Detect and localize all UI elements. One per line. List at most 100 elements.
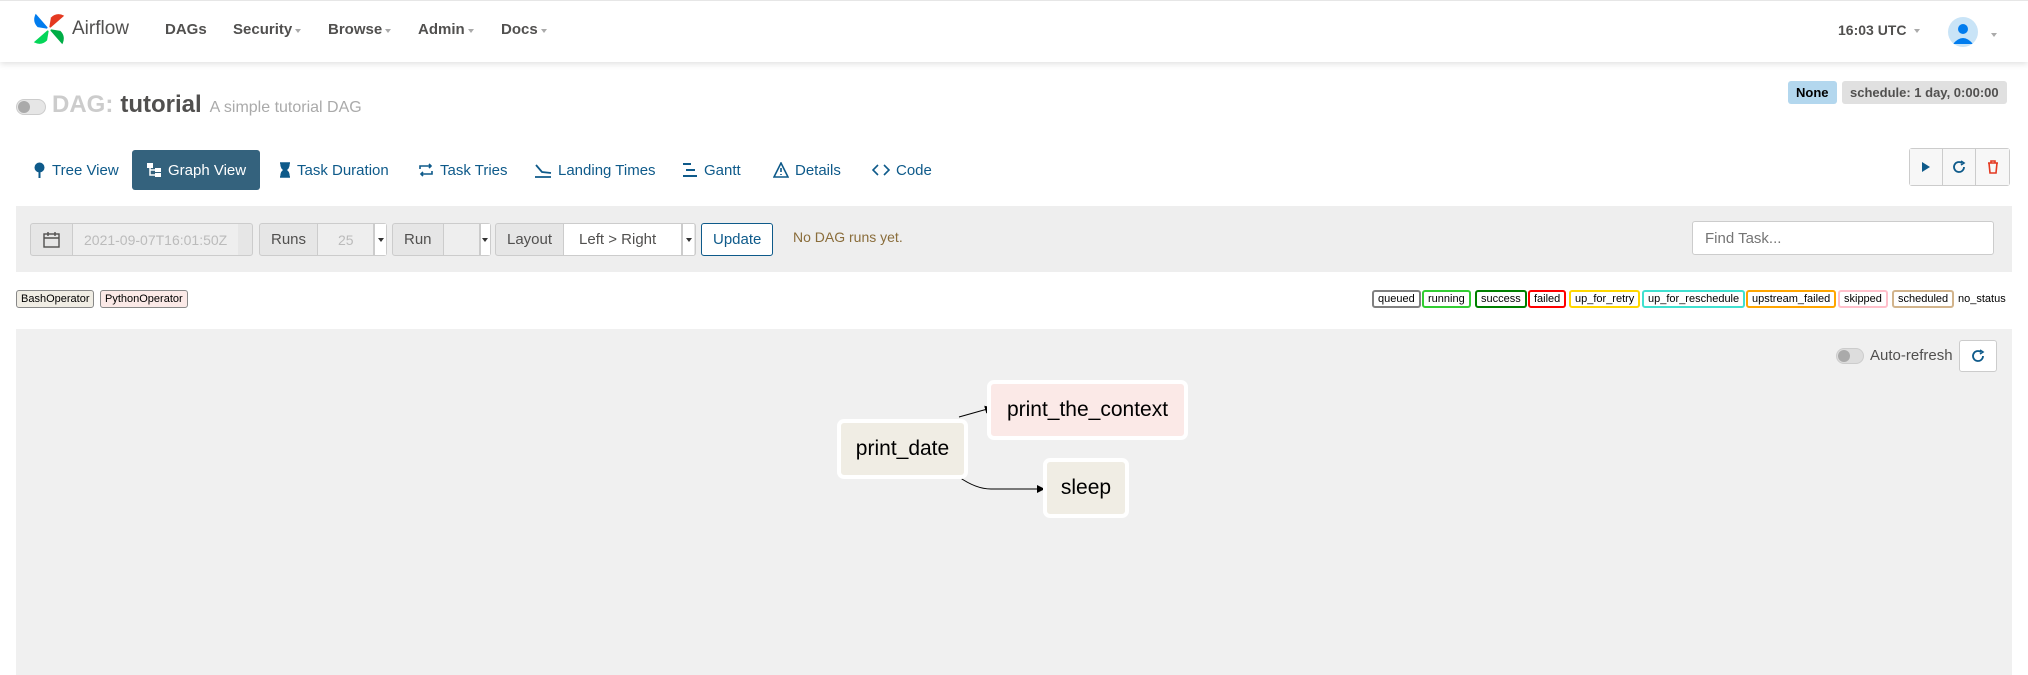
chevron-down-icon[interactable] (374, 224, 386, 255)
nav-docs[interactable]: Docs (501, 21, 547, 38)
auto-refresh-switch[interactable] (1836, 347, 1864, 364)
tab-label: Landing Times (558, 161, 656, 179)
user-icon (1953, 24, 1973, 44)
legend-state-running[interactable]: running (1422, 290, 1471, 308)
clock-dropdown[interactable]: 16:03 UTC (1838, 22, 1921, 38)
brand[interactable]: Airflow (30, 9, 129, 49)
nav-admin[interactable]: Admin (418, 21, 474, 38)
chevron-down-icon (540, 28, 547, 33)
trigger-dag-button[interactable] (1910, 149, 1943, 185)
tab-label: Task Tries (440, 161, 508, 179)
runs-label: Runs (260, 224, 319, 255)
auto-refresh-toggle[interactable]: Auto-refresh (1836, 347, 1953, 364)
legend-state-failed[interactable]: failed (1528, 290, 1567, 308)
calendar-button[interactable] (31, 224, 73, 255)
tab-tree-view[interactable]: Tree View (19, 150, 133, 190)
refresh-dag-button[interactable] (1943, 149, 1976, 185)
legend-state-success[interactable]: success (1475, 290, 1527, 308)
tree-icon (34, 162, 45, 178)
tab-label: Graph View (168, 161, 247, 179)
layout-select[interactable]: Layout Left > Right (495, 223, 696, 256)
tab-label: Gantt (704, 161, 741, 179)
tab-task-tries[interactable]: Task Tries (404, 150, 522, 190)
landing-icon (535, 164, 552, 178)
edge-print-date-to-sleep (958, 476, 1045, 493)
dag-run-badge: None (1788, 81, 1837, 104)
page-title: DAG: tutorial A simple tutorial DAG (52, 91, 362, 119)
tab-graph-view[interactable]: Graph View (132, 150, 261, 190)
legend-state-queued[interactable]: queued (1372, 290, 1421, 308)
run-value[interactable] (443, 224, 480, 255)
chevron-down-icon (467, 28, 474, 33)
dag-pause-toggle[interactable] (16, 99, 46, 115)
tab-details[interactable]: Details (759, 150, 855, 190)
brand-name: Airflow (72, 18, 130, 39)
delete-dag-button[interactable] (1976, 149, 2009, 185)
legend-state-up-for-retry[interactable]: up_for_retry (1569, 290, 1641, 308)
tab-landing-times[interactable]: Landing Times (520, 150, 670, 190)
tab-task-duration[interactable]: Task Duration (265, 150, 403, 190)
legend-state-upstream-failed[interactable]: upstream_failed (1746, 290, 1837, 308)
nav-security-label: Security (233, 21, 293, 38)
schedule-badge: schedule: 1 day, 0:00:00 (1842, 81, 2007, 104)
tab-label: Tree View (52, 161, 119, 179)
run-select[interactable]: Run (392, 223, 491, 256)
nav-dags-label: DAGs (165, 21, 207, 38)
auto-refresh-label: Auto-refresh (1870, 347, 1953, 364)
task-node-print-date[interactable]: print_date (837, 419, 968, 479)
gantt-icon (683, 163, 697, 177)
layout-value[interactable]: Left > Right (564, 224, 683, 255)
nav-admin-label: Admin (418, 21, 465, 38)
chevron-down-icon (385, 28, 392, 33)
refresh-icon (1972, 349, 1985, 362)
refresh-icon (1953, 160, 1966, 173)
legend-state-up-for-reschedule[interactable]: up_for_reschedule (1642, 290, 1746, 308)
legend-bash-operator: BashOperator (16, 290, 95, 308)
tab-label: Code (896, 161, 932, 179)
run-label: Run (393, 224, 444, 255)
runs-select[interactable]: Runs 25 (259, 223, 387, 256)
legend-python-operator: PythonOperator (100, 290, 188, 308)
graph-canvas[interactable]: Auto-refresh print_date print_the_contex… (16, 329, 2012, 675)
user-avatar[interactable] (1948, 17, 1978, 47)
legend-state-scheduled[interactable]: scheduled (1892, 290, 1955, 308)
tab-code[interactable]: Code (858, 150, 946, 190)
dag-description: A simple tutorial DAG (209, 99, 362, 116)
tab-gantt[interactable]: Gantt (668, 150, 755, 190)
airflow-app: Airflow DAGs Security Browse Admin Docs … (0, 0, 2028, 675)
chevron-down-icon[interactable] (682, 224, 695, 255)
nav-browse[interactable]: Browse (328, 21, 392, 38)
runs-value[interactable]: 25 (318, 224, 375, 255)
find-task-input[interactable] (1692, 221, 1994, 255)
chevron-down-icon[interactable] (479, 224, 490, 255)
nav-browse-label: Browse (328, 21, 383, 38)
legend-state-skipped[interactable]: skipped (1838, 290, 1888, 308)
calendar-icon (43, 231, 60, 248)
task-node-sleep[interactable]: sleep (1043, 458, 1129, 518)
nav-docs-label: Docs (501, 21, 538, 38)
base-date-input[interactable]: 2021-09-07T16:01:50Z (73, 224, 239, 255)
warning-triangle-icon (773, 162, 789, 178)
chevron-down-icon (1914, 29, 1921, 33)
layout-label: Layout (496, 224, 565, 255)
dag-actions (1909, 148, 2010, 186)
navbar: Airflow DAGs Security Browse Admin Docs … (0, 0, 2028, 62)
nav-dags[interactable]: DAGs (165, 21, 207, 38)
graph-icon (147, 163, 161, 177)
hourglass-icon (280, 162, 290, 178)
chevron-down-icon[interactable] (1991, 33, 1997, 37)
airflow-logo-icon (33, 13, 65, 45)
task-node-print-the-context[interactable]: print_the_context (987, 380, 1188, 440)
dag-prefix: DAG: (52, 91, 114, 118)
filter-bar: 2021-09-07T16:01:50Z Runs 25 Run Layout … (16, 206, 2012, 272)
dag-id[interactable]: tutorial (120, 91, 201, 119)
graph-refresh-button[interactable] (1959, 340, 1997, 372)
clock-time: 16:03 UTC (1838, 22, 1907, 38)
code-icon (872, 164, 890, 176)
update-button[interactable]: Update (701, 223, 774, 256)
nav-security[interactable]: Security (233, 21, 302, 38)
no-runs-message: No DAG runs yet. (793, 229, 903, 245)
legend-no-status: no_status (1958, 293, 2006, 305)
chevron-down-icon (295, 28, 302, 33)
base-date-picker[interactable]: 2021-09-07T16:01:50Z (30, 223, 253, 256)
